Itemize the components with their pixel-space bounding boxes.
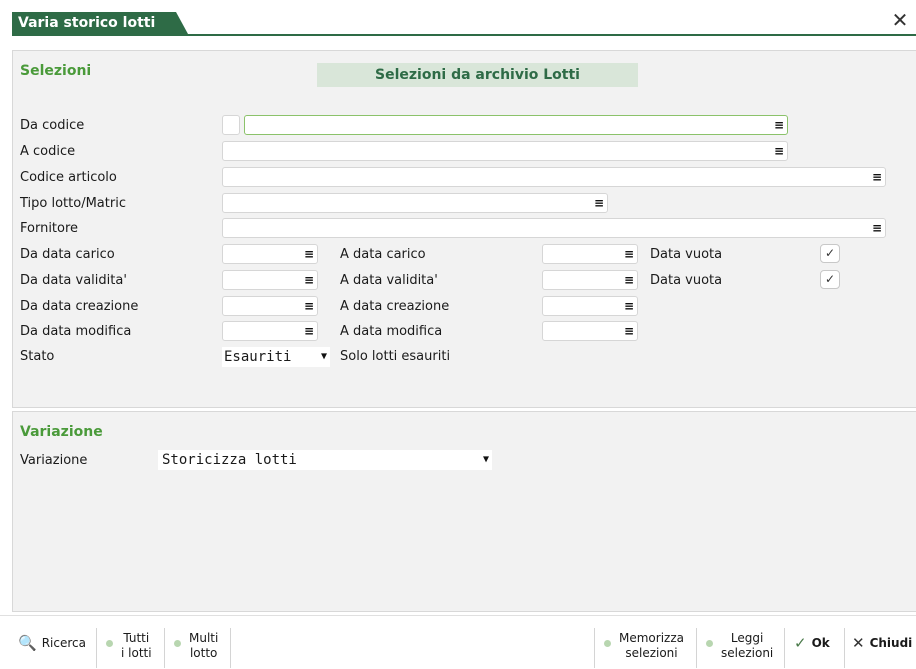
data-vuota-checkbox-2[interactable]: ✓: [820, 270, 840, 289]
menu-icon: ≡: [871, 170, 882, 184]
variazione-select[interactable]: Storicizza lotti ▼: [158, 450, 492, 470]
status-dot-icon: [106, 639, 113, 647]
a-data-modifica-label: A data modifica: [340, 324, 443, 339]
chiudi-button[interactable]: ✕ Chiudi: [852, 616, 912, 669]
da-codice-label: Da codice: [20, 118, 85, 133]
tutti-i-lotti-button[interactable]: Tutti i lotti: [106, 616, 152, 669]
variazione-select-value: Storicizza lotti: [162, 452, 297, 468]
da-codice-prefix-box[interactable]: [222, 115, 240, 135]
leggi-selezioni-button[interactable]: Leggi selezioni: [706, 616, 773, 669]
bottom-toolbar: 🔍 Ricerca Tutti i lotti Multi lotto Memori…: [0, 615, 916, 669]
variazione-panel: [12, 411, 916, 612]
a-data-validita-label: A data validita': [340, 273, 438, 288]
a-data-validita-input[interactable]: ≡: [542, 270, 638, 290]
codice-articolo-input[interactable]: ≡: [222, 167, 886, 187]
memorizza-label-1: Memorizza: [619, 631, 684, 645]
codice-articolo-label: Codice articolo: [20, 170, 117, 185]
menu-icon: ≡: [773, 144, 784, 158]
selezioni-title: Selezioni: [20, 63, 92, 79]
chevron-down-icon: ▼: [320, 351, 327, 362]
menu-icon: ≡: [303, 273, 314, 287]
da-data-validita-input[interactable]: ≡: [222, 270, 318, 290]
a-codice-label: A codice: [20, 144, 76, 159]
a-data-modifica-input[interactable]: ≡: [542, 321, 638, 341]
multi-lotto-button[interactable]: Multi lotto: [174, 616, 218, 669]
search-icon: 🔍: [18, 634, 37, 652]
a-data-creazione-label: A data creazione: [340, 299, 450, 314]
variazione-title: Variazione: [20, 424, 103, 440]
toolbar-divider: [594, 628, 595, 668]
menu-icon: ≡: [623, 324, 634, 338]
tipo-lotto-input[interactable]: ≡: [222, 193, 608, 213]
leggi-label-2: selezioni: [721, 646, 774, 660]
title-underline: [12, 34, 916, 36]
stato-select[interactable]: Esauriti ▼: [222, 347, 330, 367]
check-icon: ✓: [794, 634, 807, 652]
toolbar-divider: [230, 628, 231, 668]
menu-icon: ≡: [303, 247, 314, 261]
data-vuota-label-1: Data vuota: [650, 247, 723, 262]
status-dot-icon: [706, 639, 713, 647]
da-data-carico-input[interactable]: ≡: [222, 244, 318, 264]
menu-icon: ≡: [623, 299, 634, 313]
stato-label: Stato: [20, 349, 55, 364]
a-data-creazione-input[interactable]: ≡: [542, 296, 638, 316]
ok-button[interactable]: ✓ Ok: [794, 616, 830, 669]
a-data-carico-input[interactable]: ≡: [542, 244, 638, 264]
toolbar-divider: [696, 628, 697, 668]
a-codice-input[interactable]: ≡: [222, 141, 788, 161]
chevron-down-icon: ▼: [482, 454, 489, 465]
da-data-modifica-input[interactable]: ≡: [222, 321, 318, 341]
menu-icon: ≡: [303, 324, 314, 338]
fornitore-input[interactable]: ≡: [222, 218, 886, 238]
stato-select-value: Esauriti: [224, 349, 292, 365]
close-icon: ✕: [852, 634, 865, 652]
toolbar-divider: [96, 628, 97, 668]
multi-label-1: Multi: [189, 631, 219, 645]
status-dot-icon: [604, 639, 611, 647]
window-title: Varia storico lotti: [12, 12, 188, 34]
tipo-lotto-label: Tipo lotto/Matric: [20, 196, 126, 211]
chiudi-label: Chiudi: [869, 636, 913, 650]
toolbar-divider: [844, 628, 845, 668]
da-data-carico-label: Da data carico: [20, 247, 115, 262]
variazione-label: Variazione: [20, 453, 88, 468]
ricerca-label: Ricerca: [41, 636, 86, 650]
toolbar-divider: [784, 628, 785, 668]
close-icon[interactable]: ✕: [890, 10, 910, 30]
status-dot-icon: [174, 639, 181, 647]
data-vuota-checkbox-1[interactable]: ✓: [820, 244, 840, 263]
ricerca-button[interactable]: 🔍 Ricerca: [18, 616, 86, 669]
da-codice-input[interactable]: ≡: [244, 115, 788, 135]
tutti-label-2: i lotti: [121, 646, 152, 660]
toolbar-divider: [164, 628, 165, 668]
stato-description: Solo lotti esauriti: [340, 349, 451, 364]
leggi-label-1: Leggi: [730, 631, 764, 645]
multi-label-2: lotto: [189, 646, 218, 660]
da-data-modifica-label: Da data modifica: [20, 324, 132, 339]
da-data-creazione-input[interactable]: ≡: [222, 296, 318, 316]
fornitore-label: Fornitore: [20, 221, 79, 236]
memorizza-label-2: selezioni: [625, 646, 678, 660]
da-data-validita-label: Da data validita': [20, 273, 127, 288]
menu-icon: ≡: [303, 299, 314, 313]
selezioni-header: Selezioni da archivio Lotti: [317, 63, 638, 87]
title-bar: Varia storico lotti ✕: [0, 0, 916, 36]
menu-icon: ≡: [773, 118, 784, 132]
menu-icon: ≡: [623, 273, 634, 287]
menu-icon: ≡: [593, 196, 604, 210]
da-data-creazione-label: Da data creazione: [20, 299, 139, 314]
menu-icon: ≡: [623, 247, 634, 261]
tutti-label-1: Tutti: [123, 631, 150, 645]
a-data-carico-label: A data carico: [340, 247, 426, 262]
menu-icon: ≡: [871, 221, 882, 235]
ok-label: Ok: [811, 636, 830, 650]
data-vuota-label-2: Data vuota: [650, 273, 723, 288]
memorizza-selezioni-button[interactable]: Memorizza selezioni: [604, 616, 684, 669]
